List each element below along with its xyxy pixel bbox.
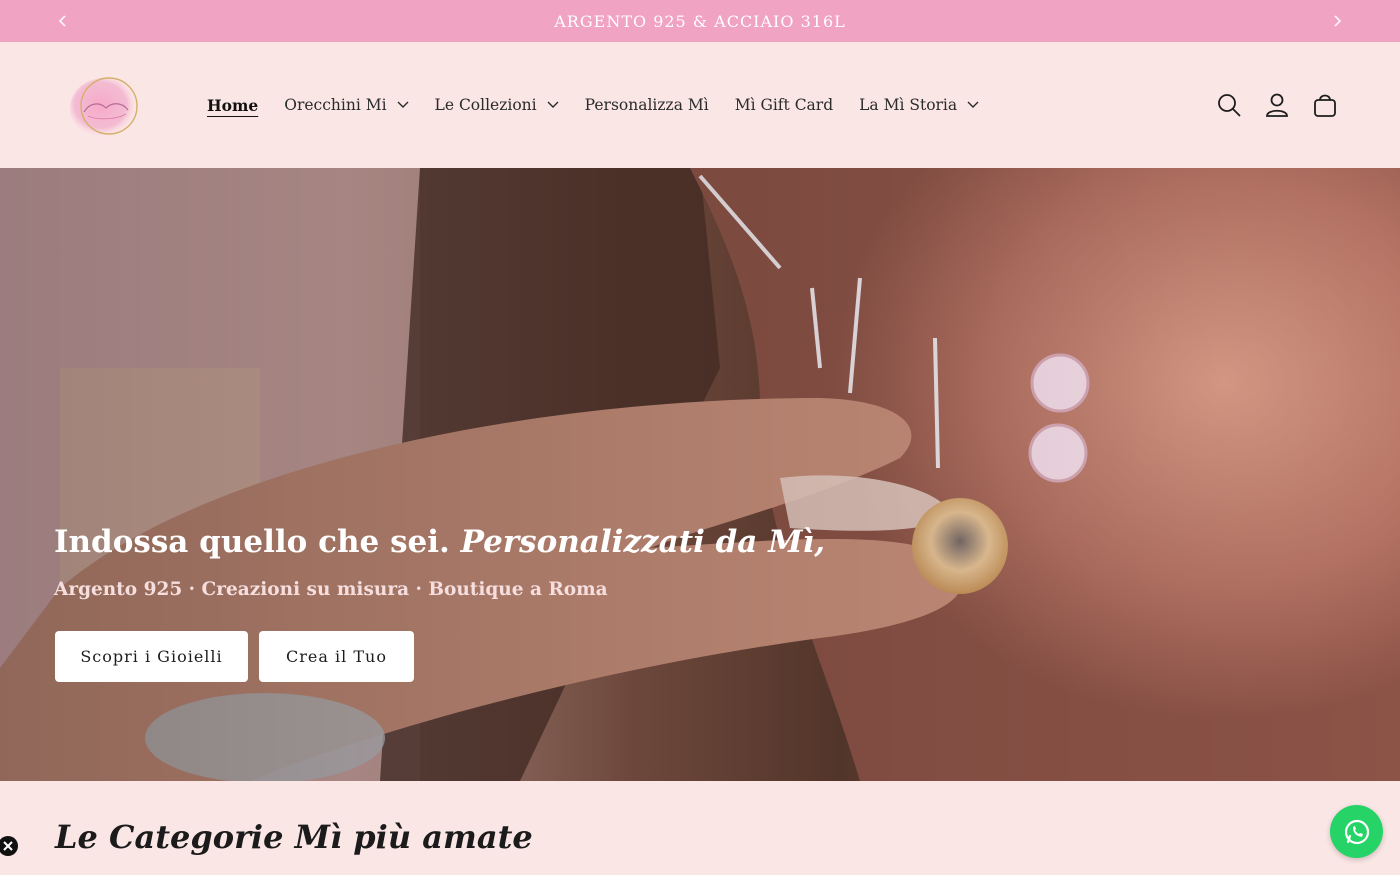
announcement-prev-button[interactable] [43, 0, 83, 42]
chevron-down-icon [547, 101, 559, 108]
announcement-text: ARGENTO 925 & ACCIAIO 316L [554, 11, 846, 31]
chevron-left-icon [58, 15, 66, 27]
chevron-right-icon [1334, 15, 1342, 27]
site-logo[interactable] [66, 72, 146, 142]
nav-item-label: La Mì Storia [859, 96, 958, 114]
site-header: Home Orecchini Mi Le Collezioni Personal… [0, 42, 1400, 168]
account-icon [1266, 93, 1288, 117]
main-nav: Home Orecchini Mi Le Collezioni Personal… [207, 42, 1005, 168]
chevron-down-icon [397, 101, 409, 108]
header-actions [1205, 42, 1349, 168]
hero-overlay [0, 168, 1400, 781]
whatsapp-button[interactable] [1330, 805, 1383, 858]
nav-item-label: Home [207, 95, 259, 115]
hero-banner: Indossa quello che sei. Personalizzati d… [0, 168, 1400, 781]
nav-item-label: Personalizza Mì [584, 96, 709, 114]
create-yours-button[interactable]: Crea il Tuo [259, 631, 414, 682]
hero-subtitle: Argento 925 · Creazioni su misura · Bout… [54, 579, 608, 600]
nav-item-gift-card[interactable]: Mì Gift Card [735, 96, 833, 114]
cart-button[interactable] [1301, 81, 1349, 129]
account-button[interactable] [1253, 81, 1301, 129]
discover-jewelry-button[interactable]: Scopri i Gioielli [55, 631, 248, 682]
nav-item-home[interactable]: Home [207, 96, 258, 115]
close-popup-button[interactable] [0, 836, 18, 856]
search-button[interactable] [1205, 81, 1253, 129]
hero-title-italic: Personalizzati da Mì, [460, 524, 826, 560]
announcement-next-button[interactable] [1317, 0, 1357, 42]
nav-item-orecchini[interactable]: Orecchini Mi [284, 96, 409, 114]
hero-title: Indossa quello che sei. Personalizzati d… [54, 524, 825, 560]
section-title: Le Categorie Mì più amate [55, 818, 533, 856]
hero-title-plain: Indossa quello che sei. [54, 524, 450, 560]
nav-item-collezioni[interactable]: Le Collezioni [435, 96, 559, 114]
search-icon [1218, 94, 1241, 117]
announcement-bar: ARGENTO 925 & ACCIAIO 316L [0, 0, 1400, 42]
nav-item-label: Mì Gift Card [734, 96, 834, 114]
whatsapp-icon [1344, 819, 1369, 844]
logo-icon [70, 77, 138, 138]
nav-item-personalizza[interactable]: Personalizza Mì [585, 96, 709, 114]
nav-item-storia[interactable]: La Mì Storia [859, 96, 979, 114]
close-icon [3, 841, 13, 851]
nav-item-label: Le Collezioni [434, 96, 537, 114]
cart-icon [1314, 94, 1336, 117]
nav-item-label: Orecchini Mi [284, 96, 387, 114]
chevron-down-icon [967, 101, 979, 108]
